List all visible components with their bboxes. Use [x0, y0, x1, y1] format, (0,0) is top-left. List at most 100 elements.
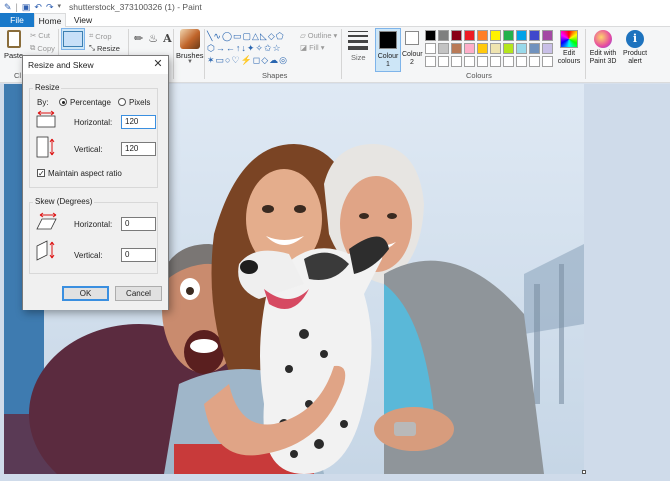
undo-icon[interactable]: ↶ [34, 2, 42, 12]
copy-button[interactable]: ⧉ Copy [30, 43, 55, 53]
product-alert-button[interactable]: i Product alert [620, 30, 650, 66]
palette-swatch[interactable] [477, 30, 488, 41]
ok-button[interactable]: OK [62, 286, 109, 301]
palette-swatch[interactable] [477, 56, 488, 67]
percentage-label[interactable]: Percentage [70, 98, 111, 107]
palette-swatch[interactable] [490, 56, 501, 67]
palette-swatch[interactable] [438, 43, 449, 54]
skew-vertical-input[interactable]: 0 [121, 248, 156, 262]
tab-file[interactable]: File [0, 13, 34, 27]
canvas-resize-handle[interactable] [582, 470, 586, 474]
palette-swatch[interactable] [451, 30, 462, 41]
palette-swatch[interactable] [529, 56, 540, 67]
edit-colours-button[interactable]: Edit colours [556, 30, 582, 66]
resize-horizontal-input[interactable]: 120 [121, 115, 156, 129]
window-title: shutterstock_373100326 (1) - Paint [69, 1, 202, 12]
brushes-button[interactable]: Brushes ▼ [176, 29, 204, 65]
fill-label: Fill [309, 43, 319, 52]
palette-swatch[interactable] [477, 43, 488, 54]
colour2-swatch[interactable] [405, 31, 419, 45]
palette-swatch[interactable] [438, 56, 449, 67]
skew-horizontal-input[interactable]: 0 [121, 217, 156, 231]
horizontal-skew-icon [36, 212, 57, 230]
copy-label: Copy [37, 43, 55, 53]
outline-label: Outline [307, 31, 332, 40]
pencil-icon[interactable]: ✏ [134, 32, 143, 45]
text-icon[interactable]: A [163, 32, 172, 45]
close-icon[interactable]: ✕ [152, 57, 164, 70]
divider [204, 29, 205, 79]
shapes-gallery[interactable]: ╲∿◯▭▢△◺◇⬠ ⬡→←↑↓✦✧✩☆ ✶▭○♡⚡◻◇☁◎ [207, 30, 295, 70]
chevron-down-icon: ▾ [333, 31, 338, 40]
palette-swatch[interactable] [490, 30, 501, 41]
percentage-radio[interactable] [59, 98, 67, 106]
edit-paint3d-label: Edit with Paint 3D [589, 50, 617, 65]
fill-bucket-icon[interactable]: ♨ [148, 32, 158, 45]
palette-swatch[interactable] [425, 43, 436, 54]
colour1-swatch [379, 31, 397, 49]
palette-swatch[interactable] [451, 56, 462, 67]
dialog-body: Resize By: Percentage Pixels Horizontal:… [23, 74, 168, 310]
colour2-label[interactable]: Colour 2 [402, 51, 423, 67]
vertical-resize-icon [36, 136, 55, 158]
customize-chevron-icon[interactable]: ▾ [58, 2, 62, 12]
skew-horizontal-label: Horizontal: [74, 220, 113, 229]
palette-swatch[interactable] [503, 30, 514, 41]
paste-button-label[interactable]: Paste [4, 51, 23, 60]
divider [341, 29, 342, 79]
pixels-label[interactable]: Pixels [129, 98, 150, 107]
paste-icon[interactable] [7, 30, 21, 48]
size-label[interactable]: Size [351, 53, 366, 62]
palette-swatch[interactable] [503, 43, 514, 54]
palette-swatch[interactable] [425, 56, 436, 67]
ribbon-tabs: File Home View [0, 13, 670, 27]
cut-button[interactable]: ✂ Cut [30, 31, 50, 40]
palette-swatch[interactable] [516, 30, 527, 41]
save-icon[interactable]: ▣ [22, 2, 31, 12]
edit-with-paint3d-button[interactable]: Edit with Paint 3D [588, 30, 618, 66]
resize-vertical-input[interactable]: 120 [121, 142, 156, 156]
pixels-radio[interactable] [118, 98, 126, 106]
palette-swatch[interactable] [542, 56, 553, 67]
colour-wheel-icon [560, 30, 578, 48]
cancel-button[interactable]: Cancel [115, 286, 162, 301]
shapes-row-2: ⬡→←↑↓✦✧✩☆ [207, 43, 282, 53]
redo-icon[interactable]: ↷ [46, 2, 54, 12]
palette-swatch[interactable] [529, 30, 540, 41]
select-button[interactable] [61, 28, 85, 50]
outline-dropdown[interactable]: ▱ Outline ▾ [300, 31, 337, 40]
maintain-aspect-checkbox[interactable]: ✓ [37, 169, 45, 178]
palette-swatch[interactable] [503, 56, 514, 67]
palette-swatch[interactable] [464, 56, 475, 67]
tab-view[interactable]: View [68, 13, 98, 27]
palette-swatch[interactable] [516, 43, 527, 54]
palette-swatch[interactable] [529, 43, 540, 54]
select-rectangle-icon [63, 31, 83, 47]
palette-swatch[interactable] [464, 30, 475, 41]
tab-home[interactable]: Home [34, 13, 66, 27]
palette-swatch[interactable] [438, 30, 449, 41]
paint-app-icon: ✎ [4, 1, 12, 12]
copy-icon: ⧉ [30, 43, 36, 52]
palette-swatch[interactable] [542, 43, 553, 54]
palette-swatch[interactable] [464, 43, 475, 54]
by-label: By: [37, 98, 49, 107]
crop-button[interactable]: ⌗ Crop [89, 31, 112, 41]
fill-dropdown[interactable]: ◪ Fill ▾ [300, 43, 324, 52]
palette-swatch[interactable] [425, 30, 436, 41]
colour1-button[interactable]: Colour 1 [375, 28, 401, 72]
size-lines-icon[interactable] [348, 31, 368, 53]
shapes-group-label: Shapes [262, 71, 288, 80]
info-icon: i [626, 30, 644, 48]
palette-swatch[interactable] [542, 30, 553, 41]
resize-button[interactable]: ⤡ Resize [89, 43, 120, 53]
palette-swatch[interactable] [451, 43, 462, 54]
maintain-aspect-label[interactable]: Maintain aspect ratio [48, 169, 122, 178]
brush-icon [180, 29, 200, 49]
resize-skew-dialog: Resize and Skew ✕ Resize By: Percentage … [22, 55, 169, 310]
colours-group-label: Colours [466, 71, 492, 80]
palette-swatch[interactable] [490, 43, 501, 54]
palette-swatch[interactable] [516, 56, 527, 67]
dialog-title: Resize and Skew [28, 60, 94, 70]
vertical-skew-icon [36, 240, 55, 261]
